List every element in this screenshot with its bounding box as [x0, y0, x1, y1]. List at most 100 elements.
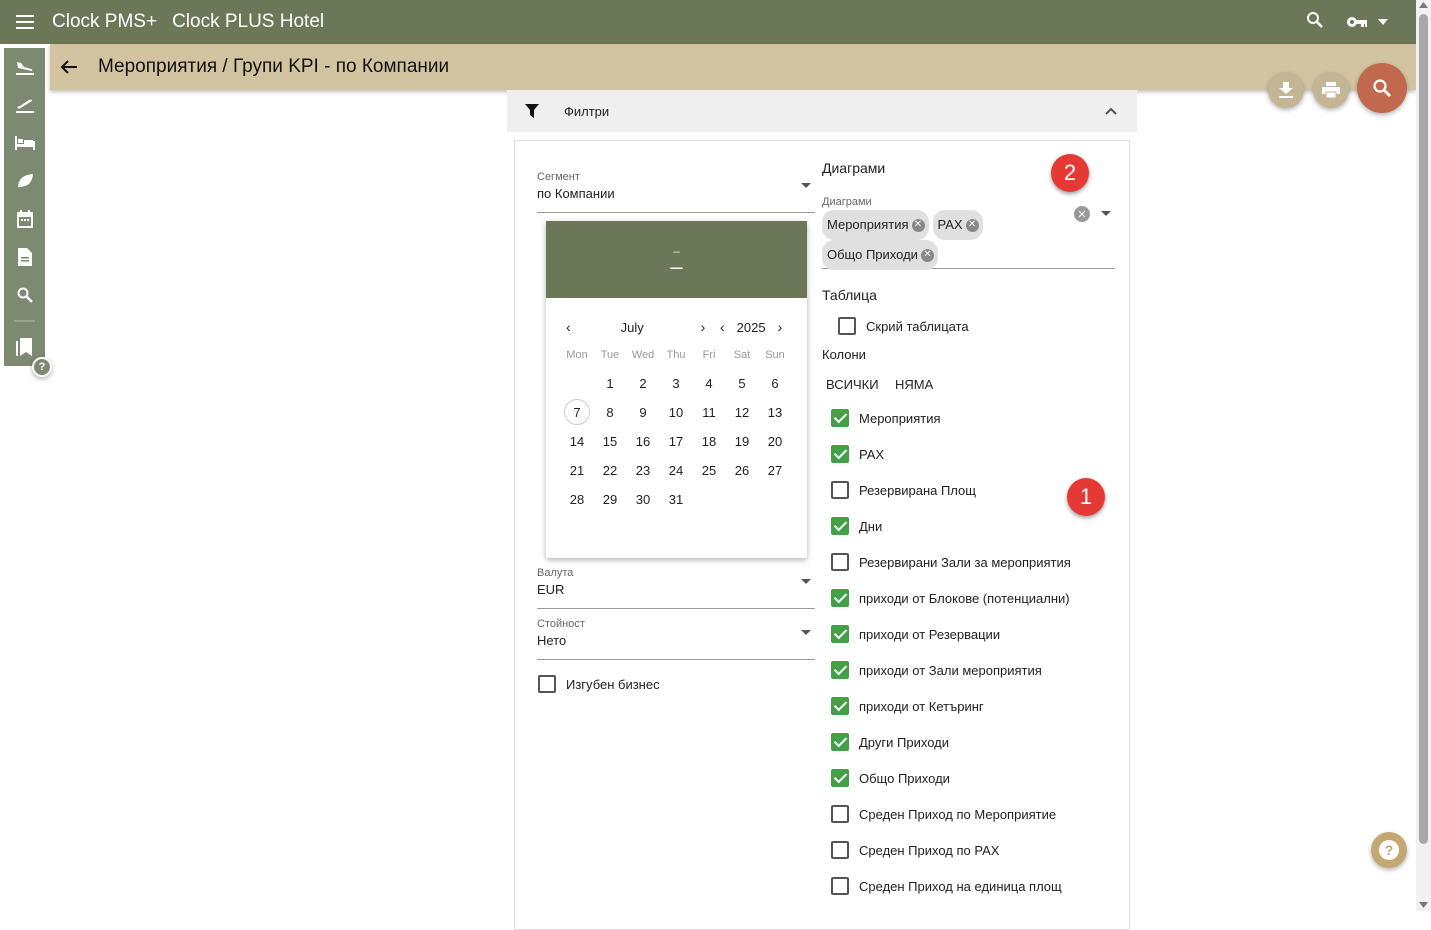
sidebar-item-spa[interactable] [4, 162, 45, 200]
lost-business-checkbox[interactable]: Изгубен бизнес [538, 675, 660, 693]
next-year-button[interactable]: › [778, 319, 783, 335]
remove-chip-icon[interactable]: ✕ [911, 218, 925, 232]
calendar-day[interactable]: 17 [663, 428, 689, 454]
select-all-button[interactable]: ВСИЧКИ [826, 377, 879, 392]
sidebar-item-documents[interactable] [4, 238, 45, 276]
column-checkbox[interactable]: Среден Приход по Мероприятие [831, 805, 1056, 823]
prev-month-button[interactable]: ‹ [566, 319, 571, 335]
column-checkbox-box[interactable] [831, 625, 849, 643]
lost-business-box[interactable] [538, 675, 556, 693]
hide-table-checkbox[interactable]: Скрий таблицата [838, 317, 969, 335]
value-type-select[interactable]: Стойност Нето [537, 618, 815, 660]
select-none-button[interactable]: НЯМА [895, 377, 933, 392]
calendar-day[interactable]: 20 [762, 428, 788, 454]
sidebar-help-icon[interactable]: ? [32, 357, 52, 377]
calendar-day[interactable]: 26 [729, 457, 755, 483]
column-checkbox-box[interactable] [831, 733, 849, 751]
calendar-day[interactable]: 3 [663, 370, 689, 396]
menu-icon[interactable] [0, 14, 52, 30]
calendar-day[interactable]: 27 [762, 457, 788, 483]
calendar-day[interactable]: 22 [597, 457, 623, 483]
sidebar-item-arrivals[interactable] [4, 48, 45, 86]
key-menu-button[interactable] [1346, 15, 1388, 29]
filters-header[interactable]: Филтри [507, 90, 1137, 132]
download-button[interactable] [1268, 72, 1304, 108]
column-checkbox[interactable]: Мероприятия [831, 409, 941, 427]
calendar-day[interactable]: 13 [762, 399, 788, 425]
column-checkbox[interactable]: Среден Приход по PAX [831, 841, 999, 859]
column-checkbox-box[interactable] [831, 877, 849, 895]
calendar-day[interactable]: 30 [630, 486, 656, 512]
next-month-button[interactable]: › [701, 319, 706, 335]
column-checkbox[interactable]: Други Приходи [831, 733, 949, 751]
calendar-day[interactable]: 4 [696, 370, 722, 396]
sidebar-item-rooms[interactable] [4, 124, 45, 162]
column-checkbox[interactable]: приходи от Блокове (потенциални) [831, 589, 1070, 607]
column-checkbox-box[interactable] [831, 517, 849, 535]
sidebar-item-calendar[interactable] [4, 200, 45, 238]
calendar-day[interactable]: 9 [630, 399, 656, 425]
column-checkbox-box[interactable] [831, 661, 849, 679]
help-button[interactable]: ? [1371, 832, 1407, 868]
currency-select[interactable]: Валута EUR [537, 567, 815, 609]
chart-chip[interactable]: PAX ✕ [932, 210, 983, 240]
calendar-day[interactable]: 31 [663, 486, 689, 512]
column-checkbox-box[interactable] [831, 445, 849, 463]
column-checkbox[interactable]: Общо Приходи [831, 769, 950, 787]
column-checkbox[interactable]: приходи от Кетъринг [831, 697, 984, 715]
calendar-day[interactable]: 6 [762, 370, 788, 396]
scrollbar-thumb[interactable] [1419, 14, 1428, 844]
column-checkbox-box[interactable] [831, 589, 849, 607]
column-checkbox-box[interactable] [831, 769, 849, 787]
hide-table-box[interactable] [838, 317, 856, 335]
segment-select[interactable]: Сегмент по Компании [537, 171, 815, 213]
charts-select[interactable]: Диаграми Мероприятия ✕ PAX ✕ Общо Приходи ✕ ✕ [822, 196, 1115, 270]
remove-chip-icon[interactable]: ✕ [965, 218, 979, 232]
month-label[interactable]: July [621, 320, 701, 335]
column-checkbox-box[interactable] [831, 805, 849, 823]
column-checkbox[interactable]: Резервирана Площ [831, 481, 976, 499]
calendar-day[interactable]: 12 [729, 399, 755, 425]
clear-icon[interactable]: ✕ [1074, 206, 1090, 222]
column-checkbox[interactable]: приходи от Резервации [831, 625, 1000, 643]
chart-chip[interactable]: Общо Приходи ✕ [822, 240, 938, 270]
calendar-day[interactable]: 23 [630, 457, 656, 483]
column-checkbox-box[interactable] [831, 481, 849, 499]
prev-year-button[interactable]: ‹ [720, 319, 725, 335]
sidebar-item-departures[interactable] [4, 86, 45, 124]
print-button[interactable] [1313, 72, 1349, 108]
chevron-up-icon[interactable] [1105, 107, 1117, 115]
column-checkbox[interactable]: Резервирани Зали за мероприятия [831, 553, 1071, 571]
calendar-day[interactable]: 16 [630, 428, 656, 454]
calendar-day[interactable]: 14 [564, 428, 590, 454]
calendar-day[interactable]: 11 [696, 399, 722, 425]
column-checkbox[interactable]: Дни [831, 517, 882, 535]
search-icon[interactable] [1306, 11, 1324, 34]
calendar-day[interactable]: 5 [729, 370, 755, 396]
column-checkbox-box[interactable] [831, 409, 849, 427]
column-checkbox[interactable]: PAX [831, 445, 884, 463]
calendar-day[interactable]: 28 [564, 486, 590, 512]
sidebar-item-search[interactable] [4, 276, 45, 314]
scrollbar[interactable] [1416, 0, 1431, 911]
calendar-day[interactable]: 2 [630, 370, 656, 396]
year-label[interactable]: 2025 [737, 320, 766, 335]
calendar-day[interactable]: 18 [696, 428, 722, 454]
column-checkbox[interactable]: приходи от Зали мероприятия [831, 661, 1042, 679]
column-checkbox-box[interactable] [831, 697, 849, 715]
calendar-day[interactable]: 19 [729, 428, 755, 454]
calendar-day[interactable]: 29 [597, 486, 623, 512]
column-checkbox-box[interactable] [831, 553, 849, 571]
calendar-day[interactable]: 21 [564, 457, 590, 483]
column-checkbox[interactable]: Среден Приход на единица площ [831, 877, 1062, 895]
chevron-down-icon[interactable] [1101, 211, 1111, 216]
calendar-day-today[interactable]: 7 [564, 399, 590, 425]
column-checkbox-box[interactable] [831, 841, 849, 859]
calendar-day[interactable]: 10 [663, 399, 689, 425]
arrow-back-icon[interactable] [50, 59, 88, 75]
search-fab[interactable] [1357, 63, 1407, 113]
calendar-day[interactable]: 25 [696, 457, 722, 483]
calendar-day[interactable]: 24 [663, 457, 689, 483]
calendar-day[interactable]: 15 [597, 428, 623, 454]
chart-chip[interactable]: Мероприятия ✕ [822, 210, 929, 240]
